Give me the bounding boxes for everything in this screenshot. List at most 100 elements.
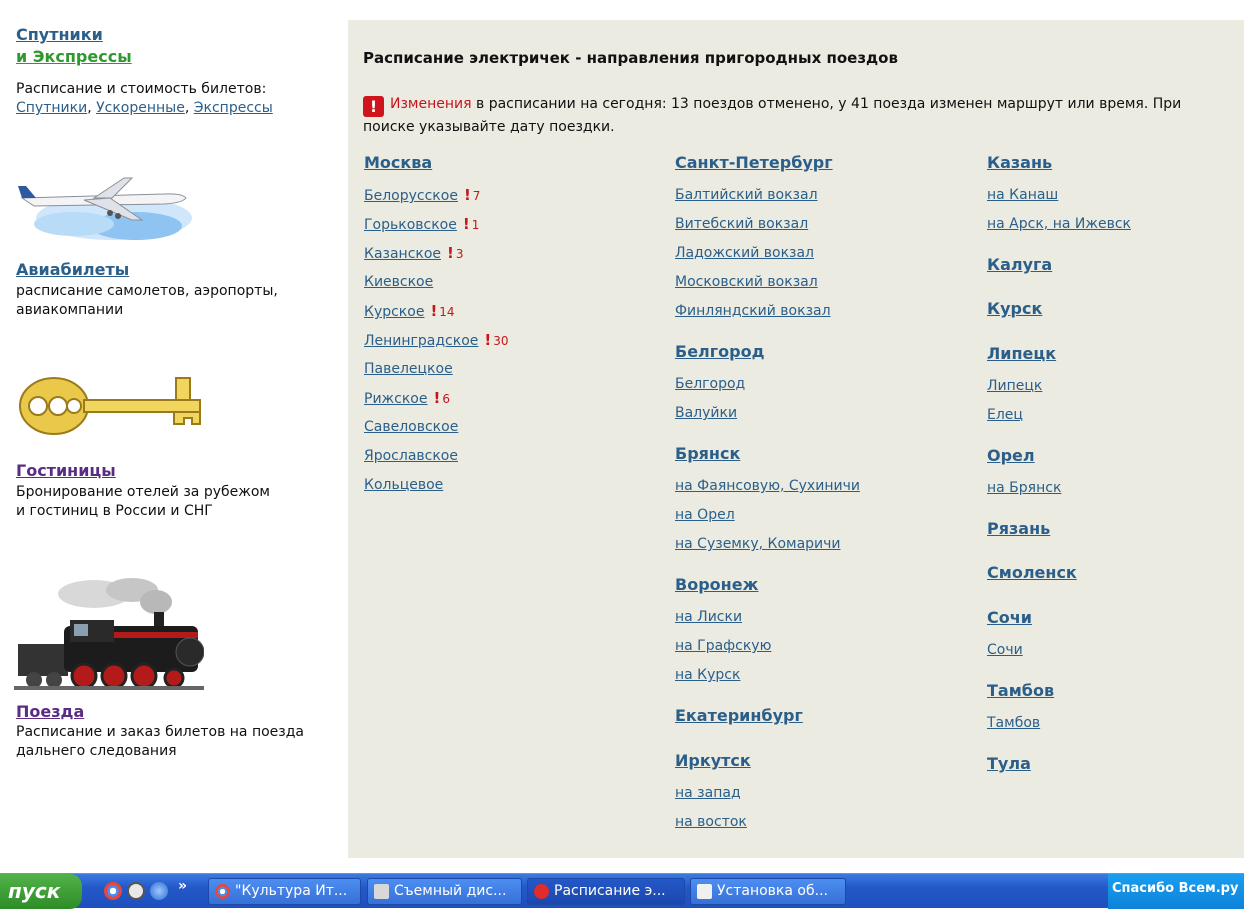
city-kaluga[interactable]: Калуга bbox=[987, 254, 1244, 276]
warning-mark: ! bbox=[447, 244, 454, 262]
station-label: Горьковское bbox=[364, 217, 457, 233]
system-tray: Спасибо Всем.ру bbox=[1108, 874, 1244, 909]
station-moskovskiy[interactable]: Московский вокзал bbox=[675, 270, 975, 299]
installer-icon bbox=[697, 884, 712, 899]
city-sochi[interactable]: Сочи bbox=[987, 607, 1244, 629]
route-vostok[interactable]: на восток bbox=[675, 810, 975, 839]
warning-mark: ! bbox=[433, 389, 441, 407]
changes-notice: ! Изменения в расписании на сегодня: 13 п… bbox=[363, 94, 1223, 137]
station-tambov[interactable]: Тамбов bbox=[987, 711, 1244, 740]
warning-icon: ! bbox=[363, 96, 384, 117]
start-button[interactable]: пуск bbox=[0, 874, 82, 909]
station-yaroslavskoe[interactable]: Ярославское bbox=[364, 444, 664, 473]
task-removable-disk[interactable]: Съемный дис... bbox=[367, 878, 522, 905]
station-sochi[interactable]: Сочи bbox=[987, 638, 1244, 667]
station-label: Ленинградское bbox=[364, 333, 479, 349]
uskorennye-link[interactable]: Ускоренные bbox=[96, 100, 185, 116]
task-yandex-browser[interactable]: Расписание э... bbox=[527, 878, 685, 905]
station-label: Казанское bbox=[364, 246, 442, 262]
avia-desc: расписание самолетов, аэропорты, авиаком… bbox=[16, 282, 278, 320]
task-chrome[interactable]: "Культура Ит... bbox=[208, 878, 361, 905]
chrome-quicklaunch-icon[interactable] bbox=[104, 882, 122, 900]
app-quicklaunch-icon[interactable] bbox=[127, 882, 145, 900]
route-liski[interactable]: на Лиски bbox=[675, 605, 975, 634]
sputniki-link[interactable]: Спутники bbox=[16, 100, 87, 116]
task-installer[interactable]: Установка об... bbox=[690, 878, 846, 905]
city-smolensk[interactable]: Смоленск bbox=[987, 562, 1244, 584]
changes-count: ! 6 bbox=[434, 388, 450, 409]
route-kursk[interactable]: на Курск bbox=[675, 663, 975, 692]
city-tula[interactable]: Тула bbox=[987, 753, 1244, 775]
city-irkutsk[interactable]: Иркутск bbox=[675, 750, 975, 772]
warning-mark: ! bbox=[484, 331, 492, 349]
city-lipetsk[interactable]: Липецк bbox=[987, 343, 1244, 365]
city-ryazan[interactable]: Рязань bbox=[987, 518, 1244, 540]
hotels-desc-line1: Бронирование отелей за рубежом bbox=[16, 484, 270, 500]
station-label: Савеловское bbox=[364, 419, 459, 435]
city-kursk[interactable]: Курск bbox=[987, 298, 1244, 320]
changes-count: ! 14 bbox=[430, 301, 454, 322]
yandex-icon bbox=[534, 884, 549, 899]
station-paveletskoe[interactable]: Павелецкое bbox=[364, 357, 664, 386]
station-kievskoe[interactable]: Киевское bbox=[364, 270, 664, 299]
locomotive-icon[interactable] bbox=[14, 572, 204, 696]
express-desc-text: Расписание и стоимость билетов: bbox=[16, 81, 267, 97]
city-voronezh[interactable]: Воронеж bbox=[675, 574, 975, 596]
station-valuyki[interactable]: Валуйки bbox=[675, 401, 975, 430]
station-elets[interactable]: Елец bbox=[987, 403, 1244, 432]
station-label: Рижское bbox=[364, 391, 428, 407]
city-moskva[interactable]: Москва bbox=[364, 152, 664, 174]
station-rizhskoe[interactable]: Рижское! 6 bbox=[364, 386, 664, 415]
changes-count-value: 1 bbox=[471, 218, 480, 232]
changes-link[interactable]: Изменения bbox=[390, 96, 472, 112]
hotels-title-link[interactable]: Гостиницы bbox=[16, 461, 116, 480]
trains-desc-line2: дальнего следования bbox=[16, 743, 177, 759]
route-grafskaya[interactable]: на Графскую bbox=[675, 634, 975, 663]
station-kurskoe[interactable]: Курское! 14 bbox=[364, 299, 664, 328]
task-label: Установка об... bbox=[717, 883, 828, 899]
route-kanash[interactable]: на Канаш bbox=[987, 183, 1244, 212]
station-koltsevoe[interactable]: Кольцевое bbox=[364, 473, 664, 502]
globe-quicklaunch-icon[interactable] bbox=[150, 882, 168, 900]
quicklaunch-overflow-icon[interactable]: » bbox=[178, 878, 187, 894]
route-bryansk[interactable]: на Брянск bbox=[987, 476, 1244, 505]
station-savelovskoe[interactable]: Савеловское bbox=[364, 415, 664, 444]
station-gorkovskoe[interactable]: Горьковское! 1 bbox=[364, 212, 664, 241]
station-finlyandskiy[interactable]: Финляндский вокзал bbox=[675, 299, 975, 328]
station-kazanskoe[interactable]: Казанское! 3 bbox=[364, 241, 664, 270]
station-vitebskiy[interactable]: Витебский вокзал bbox=[675, 212, 975, 241]
station-belorusskoe[interactable]: Белорусское! 7 bbox=[364, 183, 664, 212]
changes-count-value: 3 bbox=[455, 247, 464, 261]
express-desc: Расписание и стоимость билетов: Спутники… bbox=[16, 80, 273, 118]
city-belgorod[interactable]: Белгород bbox=[675, 341, 975, 363]
city-kazan[interactable]: Казань bbox=[987, 152, 1244, 174]
avia-title-link[interactable]: Авиабилеты bbox=[16, 260, 129, 279]
airplane-icon[interactable] bbox=[14, 160, 200, 248]
station-label: Ярославское bbox=[364, 448, 458, 464]
city-bryansk[interactable]: Брянск bbox=[675, 443, 975, 465]
city-ekaterinburg[interactable]: Екатеринбург bbox=[675, 705, 975, 727]
changes-count-value: 6 bbox=[442, 392, 450, 406]
city-sankt-peterburg[interactable]: Санкт-Петербург bbox=[675, 152, 975, 174]
key-icon[interactable] bbox=[14, 370, 204, 444]
station-lipetsk[interactable]: Липецк bbox=[987, 374, 1244, 403]
route-fayansovaya[interactable]: на Фаянсовую, Сухиничи bbox=[675, 474, 975, 503]
route-arsk-izhevsk[interactable]: на Арск, на Ижевск bbox=[987, 212, 1244, 241]
task-label: Расписание э... bbox=[554, 883, 666, 899]
route-zapad[interactable]: на запад bbox=[675, 781, 975, 810]
station-leningradskoe[interactable]: Ленинградское! 30 bbox=[364, 328, 664, 357]
trains-title-link[interactable]: Поезда bbox=[16, 702, 84, 721]
changes-count-value: 7 bbox=[472, 189, 481, 203]
route-suzemka[interactable]: на Суземку, Комаричи bbox=[675, 532, 975, 561]
station-label: Киевское bbox=[364, 274, 434, 290]
station-belgorod[interactable]: Белгород bbox=[675, 372, 975, 401]
station-ladozhskiy[interactable]: Ладожский вокзал bbox=[675, 241, 975, 270]
city-orel[interactable]: Орел bbox=[987, 445, 1244, 467]
city-tambov[interactable]: Тамбов bbox=[987, 680, 1244, 702]
express-title-link-2[interactable]: и Экспрессы bbox=[16, 47, 132, 66]
station-label: Кольцевое bbox=[364, 477, 444, 493]
route-orel[interactable]: на Орел bbox=[675, 503, 975, 532]
station-baltiyskiy[interactable]: Балтийский вокзал bbox=[675, 183, 975, 212]
ekspressy-link[interactable]: Экспрессы bbox=[194, 100, 273, 116]
express-title-link[interactable]: Спутники bbox=[16, 25, 103, 44]
